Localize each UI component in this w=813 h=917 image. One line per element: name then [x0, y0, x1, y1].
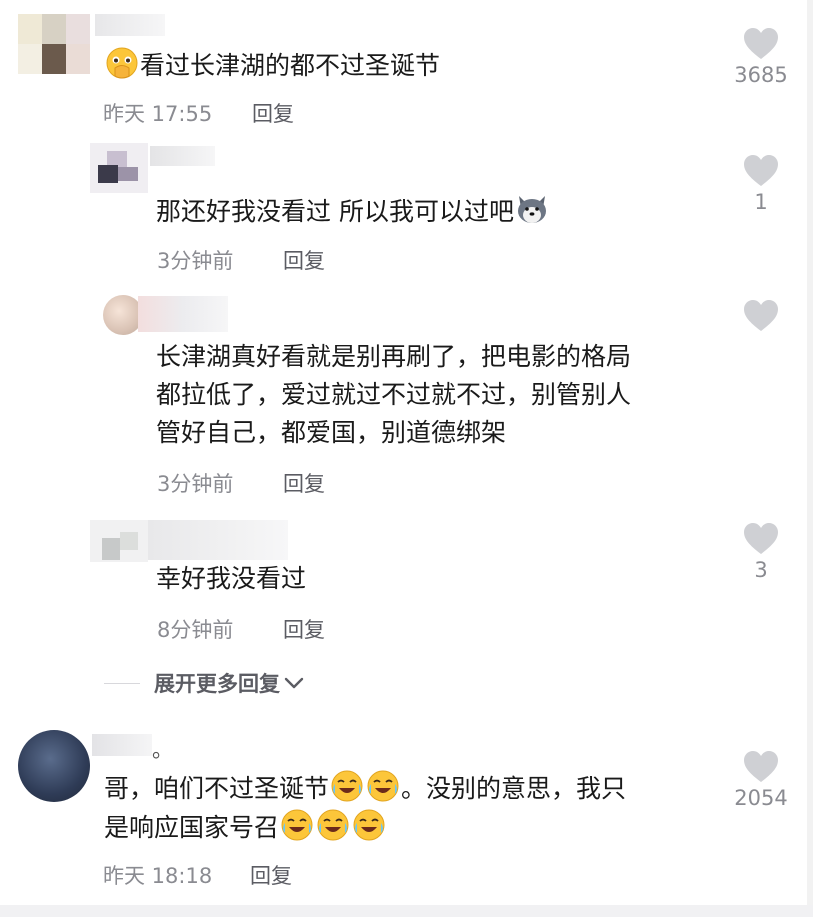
- reply-button[interactable]: 回复: [252, 98, 294, 128]
- reply-button[interactable]: 回复: [283, 468, 325, 498]
- like-button[interactable]: 2054: [721, 750, 801, 810]
- comment-text: 幸好我没看过: [156, 564, 307, 593]
- avatar[interactable]: [18, 14, 90, 74]
- comment-time: 昨天 17:55: [103, 102, 213, 126]
- avatar[interactable]: [90, 143, 148, 193]
- crying-laughing-emoji: [317, 809, 349, 841]
- heart-icon: [744, 28, 778, 59]
- pleading-hands-emoji: [106, 47, 138, 79]
- username-blurred[interactable]: [150, 146, 215, 166]
- comment-text-line: 长津湖真好看就是别再刷了，把电影的格局: [156, 342, 632, 371]
- bottom-edge: [0, 905, 813, 917]
- comment-text-line: 都拉低了，爱过就过不过就不过，别管别人: [156, 380, 632, 409]
- avatar[interactable]: [18, 730, 90, 802]
- expand-replies-label: 展开更多回复: [154, 672, 280, 696]
- comment-time: 昨天 18:18: [103, 864, 213, 888]
- crying-laughing-emoji: [367, 770, 399, 802]
- comment-time: 3分钟前: [157, 472, 234, 496]
- chevron-down-icon: [284, 677, 304, 689]
- reply-button[interactable]: 回复: [283, 245, 325, 275]
- username-blurred[interactable]: [148, 520, 288, 560]
- like-button[interactable]: 1: [721, 154, 801, 214]
- username-suffix: 。: [152, 738, 173, 762]
- heart-icon: [744, 300, 778, 331]
- expand-divider: [104, 683, 140, 684]
- heart-icon: [744, 751, 778, 782]
- heart-icon: [744, 155, 778, 186]
- username-blurred[interactable]: [138, 296, 228, 332]
- comment-time: 8分钟前: [157, 618, 234, 642]
- like-count: 3: [754, 558, 768, 582]
- crying-laughing-emoji: [353, 809, 385, 841]
- username-blurred[interactable]: [95, 14, 165, 36]
- reply-button[interactable]: 回复: [250, 860, 292, 890]
- comment-text-line: 管好自己，都爱国，别道德绑架: [156, 418, 507, 447]
- like-count: 1: [754, 190, 768, 214]
- husky-dog-emoji: [517, 196, 546, 223]
- crying-laughing-emoji: [331, 770, 363, 802]
- comment-time: 3分钟前: [157, 249, 234, 273]
- comment-text: 看过长津湖的都不过圣诞节: [104, 46, 440, 85]
- scrollbar[interactable]: [807, 0, 813, 917]
- comment-text-line: 是响应国家号召: [104, 808, 387, 847]
- avatar[interactable]: [103, 295, 143, 335]
- comment-text: 那还好我没看过 所以我可以过吧: [156, 192, 550, 231]
- heart-icon: [744, 523, 778, 554]
- like-button[interactable]: 3685: [721, 27, 801, 87]
- like-button[interactable]: 3: [721, 522, 801, 582]
- reply-button[interactable]: 回复: [283, 614, 325, 644]
- username-blurred[interactable]: [92, 734, 152, 756]
- like-button[interactable]: [721, 299, 801, 333]
- expand-replies-button[interactable]: 展开更多回复: [154, 668, 304, 698]
- crying-laughing-emoji: [281, 809, 313, 841]
- like-count: 3685: [734, 63, 788, 87]
- comment-text-line: 哥，咱们不过圣诞节 。没别的意思，我只: [104, 769, 626, 808]
- avatar[interactable]: [90, 520, 148, 562]
- like-count: 2054: [734, 786, 788, 810]
